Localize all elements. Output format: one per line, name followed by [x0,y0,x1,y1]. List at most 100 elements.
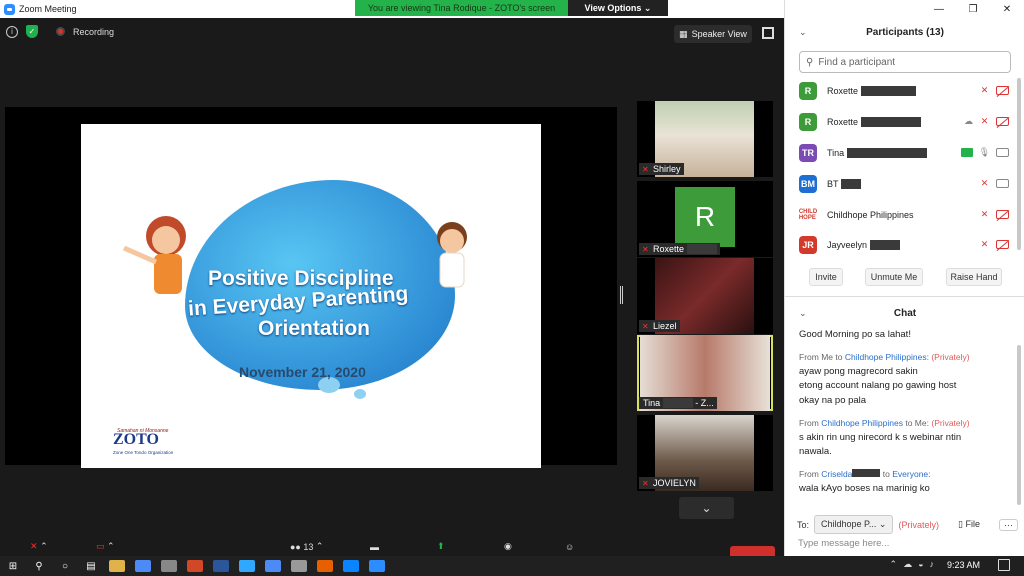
app-icon[interactable] [291,560,307,572]
grid-icon: ▦ [679,28,688,39]
share-screen-button[interactable]: ⬆ [437,537,445,556]
chat-message: From Me to Childhope Philippines: (Priva… [799,352,970,406]
video-name-tag: ✕ Roxette [639,243,720,255]
participant-row[interactable]: CHILD HOPE Childhope Philippines ✕ [799,205,1009,225]
muted-mic-icon: ✕ [642,245,649,254]
video-tile-active-speaker[interactable]: Tina - Z... [637,335,773,411]
word-icon[interactable] [213,560,229,572]
chrome-icon[interactable] [265,560,281,572]
unmute-button[interactable]: ✕ ⌃ [30,537,48,556]
speaker-view-label: Speaker View [691,29,747,39]
participant-row[interactable]: JR Jayveelyn ✕ [799,235,1009,255]
avatar: JR [799,236,817,254]
participant-count: 13 [303,541,314,552]
search-icon[interactable]: ⚲ [26,556,52,576]
security-shield-icon[interactable]: ✓ [26,25,38,38]
camera-on-icon [996,179,1009,188]
participants-scrollbar[interactable] [1017,78,1021,250]
unmute-me-button[interactable]: Unmute Me [865,268,923,286]
chat-icon: ▬ [370,541,379,552]
notifications-icon[interactable] [998,559,1010,571]
participant-search[interactable]: ⚲ Find a participant [799,51,1011,73]
cloud-recording-icon: ☁ [964,116,973,126]
childhope-logo-avatar: CHILD HOPE [799,206,817,224]
video-tile[interactable]: ✕ Liezel [637,258,773,334]
boy-illustration [437,222,467,288]
photoshop-icon[interactable] [239,560,255,572]
powerpoint-icon[interactable] [187,560,203,572]
video-tile[interactable]: R ✕ Roxette [637,181,773,257]
participant-name: BT [827,179,839,189]
participant-row[interactable]: BM BT ✕ [799,174,1009,194]
camera-off-icon [996,210,1009,219]
task-view-icon[interactable]: ▤ [78,556,104,576]
file-explorer-icon[interactable] [109,560,125,572]
cortana-icon[interactable]: ○ [52,556,78,576]
zoom-taskbar-icon[interactable] [369,560,385,572]
chat-message: From Criselda to Everyone: wala kAyo bos… [799,469,931,494]
chevron-down-icon: ⌄ [643,2,652,13]
network-icon[interactable]: ◒ [918,559,923,570]
chat-button[interactable]: ▬ [370,537,379,556]
participant-row[interactable]: R Roxette ✕ [799,81,1009,101]
chat-input[interactable]: Type message here... [798,538,889,549]
avatar: R [799,113,817,131]
chat-message: From Childhope Philippines to Me: (Priva… [799,418,970,457]
volume-icon[interactable]: ♪ [930,559,935,570]
participant-row[interactable]: R Roxette ☁ ✕ [799,112,1009,132]
chat-scrollbar[interactable] [1017,345,1021,505]
scroll-down-button[interactable]: ⌄ [679,497,734,519]
leave-button[interactable] [730,546,775,556]
viewing-notice: You are viewing Tina Rodique - ZOTO's sc… [355,0,568,16]
taskbar-clock[interactable]: 9:23 AM [947,560,980,570]
maximize-icon[interactable]: ❐ [956,0,990,18]
emoji-icon: ☺ [565,541,575,552]
cloud-icon[interactable]: ☁ [903,559,912,570]
to-label: To: [797,519,810,530]
file-button[interactable]: ▯ File [958,519,980,530]
invite-button[interactable]: Invite [809,268,843,286]
speaker-view-button[interactable]: ▦ Speaker View [674,25,752,43]
chrome-icon[interactable] [135,560,151,572]
window-controls: — ❐ ✕ [922,0,1024,18]
system-tray: ⌃ ☁ ◒ ♪ [890,559,934,570]
camera-off-icon [996,240,1009,249]
avatar: BM [799,175,817,193]
video-name-tag: ✕ Shirley [639,163,684,175]
participant-name: Childhope Philippines [827,210,914,220]
minimize-icon[interactable]: — [922,0,956,18]
more-options-icon[interactable]: ··· [998,518,1018,531]
recipient-dropdown[interactable]: Childhope P... ⌄ [814,515,894,534]
camera-off-icon [996,117,1009,126]
app-icon[interactable] [161,560,177,572]
view-options-label: View Options [584,3,642,13]
close-icon[interactable]: ✕ [990,0,1024,18]
chevron-up-icon[interactable]: ⌃ [890,559,898,570]
start-video-button[interactable]: ▭ ⌃ [96,537,115,556]
camera-on-icon [996,148,1009,157]
participants-icon: ●● [290,541,301,552]
info-icon[interactable]: i [6,25,18,38]
avatar: R [799,82,817,100]
participant-row[interactable]: TR Tina 🎙 [799,143,1009,163]
raise-hand-button[interactable]: Raise Hand [946,268,1002,286]
windows-start-icon[interactable]: ⊞ [0,556,26,576]
firefox-icon[interactable] [317,560,333,572]
video-tile[interactable]: ✕ Shirley [637,101,773,177]
recording-label: Recording [73,26,115,37]
video-tile[interactable]: ✕ JOVIELYN [637,415,773,491]
search-placeholder: Find a participant [818,56,896,68]
video-name-tag: ✕ Liezel [639,320,680,332]
record-button[interactable]: ◉ [504,537,512,556]
fullscreen-icon[interactable] [762,27,774,39]
chat-recipient-row: To: Childhope P... ⌄ (Privately) ▯ File … [797,515,1018,534]
zoto-logo: Samahan ni Monsanne ZOTO Zone One Tondo … [113,428,174,455]
participants-button[interactable]: ●● 13 ⌃ [290,537,323,556]
record-icon: ◉ [504,541,512,551]
reactions-button[interactable]: ☺ [565,537,574,556]
file-icon: ▯ [957,519,963,529]
edge-icon[interactable] [343,560,359,572]
chevron-up-icon: ⌃ [107,541,115,551]
view-options-button[interactable]: View Options ⌄ [568,0,668,16]
splitter-handle[interactable] [620,286,623,304]
